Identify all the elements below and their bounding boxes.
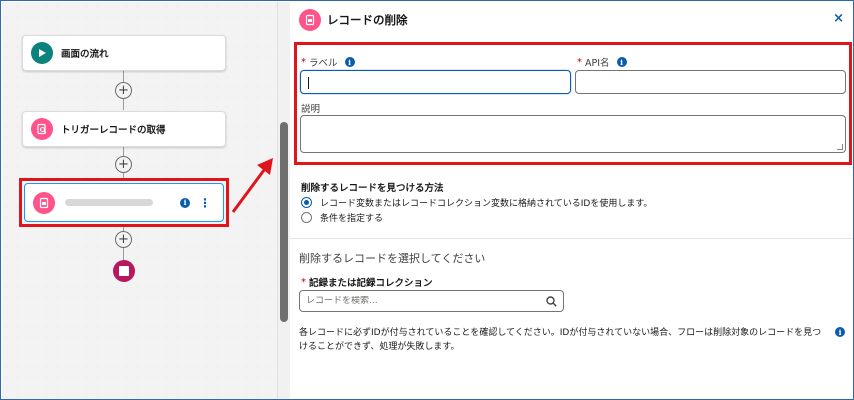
canvas-scrollbar[interactable] (277, 2, 290, 399)
record-collection-field-label: * 記録または記録コレクション (301, 275, 433, 290)
api-name-text: API名 (585, 58, 610, 69)
label-text: ラベル (309, 58, 338, 69)
description-text: 説明 (301, 104, 321, 115)
radio-button[interactable] (301, 212, 312, 223)
plus-icon: + (118, 157, 129, 172)
app-frame: 画面の流れ + トリガーレコードの取得 + i ⋮ + レコードの削除 × * … (0, 0, 854, 400)
record-delete-icon (299, 9, 321, 31)
node-label-placeholder (65, 199, 153, 206)
section-divider (290, 238, 853, 239)
panel-title: レコードの削除 (327, 13, 408, 27)
resize-handle-icon[interactable] (837, 144, 843, 150)
radio-label: レコード変数またはレコードコレクション変数に格納されているIDを使用します。 (320, 199, 653, 209)
description-field-label: 説明 (301, 101, 320, 115)
info-icon[interactable]: i (180, 197, 190, 208)
find-method-title: 削除するレコードを見つける方法 (301, 183, 444, 194)
radio-button-checked[interactable] (301, 197, 312, 208)
flow-node-label: トリガーレコードの取得 (61, 125, 166, 136)
more-actions-icon[interactable]: ⋮ (199, 197, 211, 209)
radio-option-conditions[interactable]: 条件を指定する (301, 211, 383, 224)
add-element-button[interactable]: + (115, 231, 132, 248)
label-input[interactable] (300, 70, 571, 94)
scrollbar-thumb[interactable] (280, 122, 288, 322)
add-element-button[interactable]: + (115, 82, 132, 99)
required-marker: * (301, 56, 306, 68)
end-node[interactable] (113, 260, 135, 282)
info-icon[interactable]: i (835, 327, 845, 337)
properties-panel: レコードの削除 × * ラベル i * API名 i 説明 削除するレコードを見… (290, 2, 853, 399)
record-search-box[interactable] (299, 290, 564, 312)
flow-node-get-records[interactable]: トリガーレコードの取得 (22, 111, 226, 147)
plus-icon: + (118, 232, 129, 247)
search-icon[interactable] (546, 295, 557, 307)
add-element-button[interactable]: + (115, 156, 132, 173)
description-textarea[interactable] (300, 115, 846, 153)
selected-node-highlight: i ⋮ (19, 178, 229, 227)
flow-node-label: 画面の流れ (61, 49, 109, 60)
api-name-field-label: * API名 i (577, 55, 627, 69)
radio-label: 条件を指定する (320, 214, 384, 224)
flow-node-screen[interactable]: 画面の流れ (22, 35, 226, 71)
panel-header: レコードの削除 (290, 2, 853, 38)
help-note: 各レコードに必ずIDが付与されていることを確認してください。IDが付与されていな… (299, 328, 822, 352)
flow-node-delete-records[interactable]: i ⋮ (24, 183, 224, 222)
record-delete-icon (33, 191, 55, 214)
required-marker: * (577, 56, 582, 68)
api-name-input[interactable] (575, 70, 846, 94)
text-cursor (308, 77, 309, 89)
play-icon (31, 42, 53, 64)
label-field-label: * ラベル i (301, 55, 355, 69)
record-lookup-icon (31, 118, 53, 140)
info-icon[interactable]: i (344, 57, 355, 67)
record-collection-text: 記録または記録コレクション (309, 278, 433, 289)
required-marker: * (301, 276, 306, 288)
plus-icon: + (118, 83, 129, 98)
info-icon[interactable]: i (616, 57, 627, 67)
record-search-input[interactable] (306, 296, 546, 306)
select-records-heading: 削除するレコードを選択してください (299, 252, 486, 265)
stop-icon (119, 266, 129, 276)
radio-option-use-ids[interactable]: レコード変数またはレコードコレクション変数に格納されているIDを使用します。 (301, 196, 652, 209)
close-icon[interactable]: × (833, 12, 844, 25)
